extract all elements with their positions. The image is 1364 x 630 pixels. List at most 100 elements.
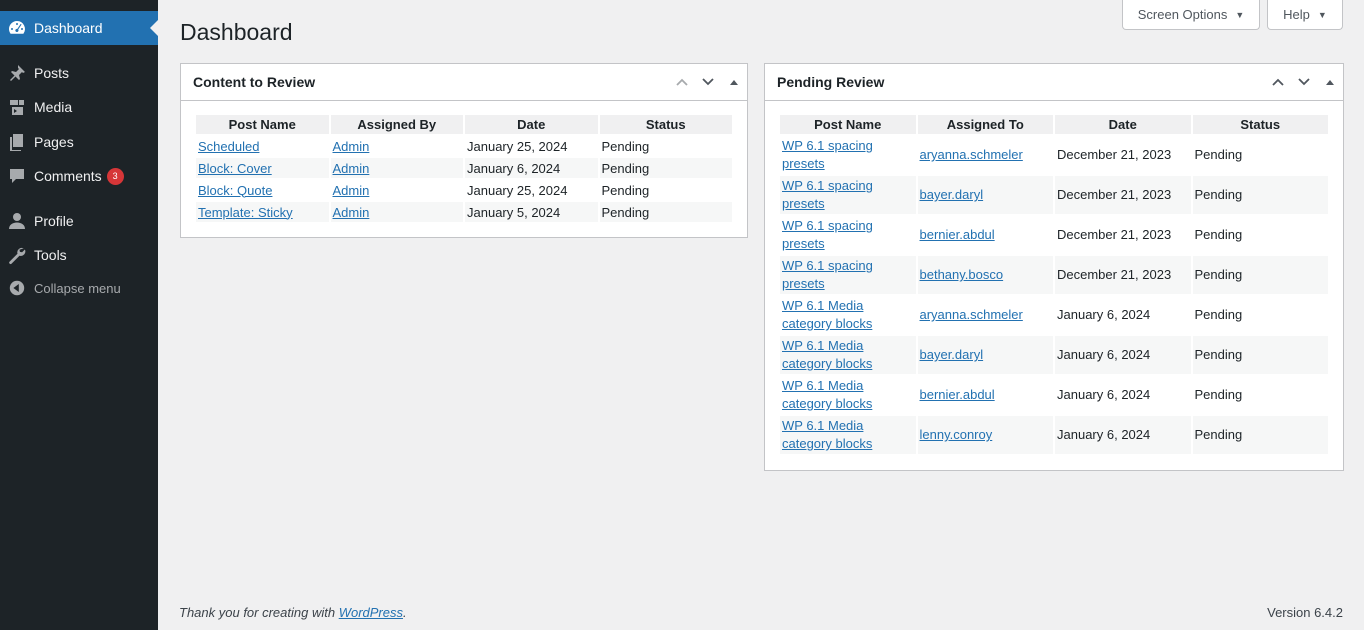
widget-handle-actions [1265, 64, 1343, 100]
widget-body: Post Name Assigned By Date Status Schedu… [181, 101, 747, 236]
post-name-link[interactable]: WP 6.1 spacing presets [782, 138, 873, 171]
footer-thanks-suffix: . [403, 605, 407, 620]
table-row: WP 6.1 Media category blocks bernier.abd… [780, 376, 1328, 414]
assigned-to-link[interactable]: bernier.abdul [920, 387, 995, 402]
toggle-panel-button[interactable] [1317, 64, 1343, 100]
sidebar-item-label: Pages [34, 134, 74, 150]
assigned-to-link[interactable]: aryanna.schmeler [920, 307, 1023, 322]
sidebar-item-comments[interactable]: Comments 3 [0, 159, 158, 193]
post-name-link[interactable]: Scheduled [198, 139, 259, 154]
widget-header: Content to Review [181, 64, 747, 101]
sidebar-item-label: Profile [34, 213, 74, 229]
post-name-link[interactable]: Block: Cover [198, 161, 272, 176]
move-down-button[interactable] [695, 64, 721, 100]
date-cell: December 21, 2023 [1055, 256, 1191, 294]
column-header: Date [465, 115, 598, 134]
table-row: Template: Sticky Admin January 5, 2024 P… [196, 202, 732, 222]
sidebar-item-label: Dashboard [34, 20, 103, 36]
move-up-button[interactable] [669, 64, 695, 100]
pending-review-table: Post Name Assigned To Date Status WP 6.1… [778, 113, 1330, 456]
table-row: WP 6.1 Media category blocks aryanna.sch… [780, 296, 1328, 334]
widget-title: Content to Review [193, 74, 316, 90]
assigned-by-link[interactable]: Admin [333, 161, 370, 176]
date-cell: December 21, 2023 [1057, 227, 1172, 242]
screen-options-button[interactable]: Screen Options ▼ [1122, 0, 1260, 30]
post-name-link[interactable]: WP 6.1 spacing presets [782, 258, 873, 291]
status-cell: Pending [1194, 307, 1243, 322]
assigned-by-link[interactable]: Admin [333, 205, 370, 220]
sidebar-item-media[interactable]: Media [0, 90, 158, 124]
column-header: Assigned To [917, 115, 1053, 134]
assigned-to-link[interactable]: bethany.bosco [920, 267, 1004, 282]
post-name-link[interactable]: WP 6.1 spacing presets [782, 218, 873, 251]
assigned-to-link[interactable]: bernier.abdul [920, 227, 995, 242]
assigned-by-link[interactable]: Admin [333, 183, 370, 198]
help-label: Help [1283, 7, 1310, 22]
status-cell: Pending [1192, 336, 1328, 374]
column-header: Post Name [780, 115, 916, 134]
comments-count-badge: 3 [106, 167, 124, 185]
sidebar-item-label: Posts [34, 65, 70, 81]
table-row: WP 6.1 Media category blocks bayer.daryl… [780, 336, 1328, 374]
assigned-to-link[interactable]: aryanna.schmeler [920, 147, 1023, 162]
post-name-link[interactable]: WP 6.1 Media category blocks [782, 338, 872, 371]
wordpress-link[interactable]: WordPress [339, 605, 403, 620]
table-row: Block: Quote Admin January 25, 2024 Pend… [196, 180, 732, 200]
assigned-to-link[interactable]: bayer.daryl [920, 347, 984, 362]
collapse-menu-label: Collapse menu [34, 280, 121, 296]
table-row: Block: Cover Admin January 6, 2024 Pendi… [196, 158, 732, 178]
move-down-button[interactable] [1291, 64, 1317, 100]
chevron-down-icon [702, 78, 714, 86]
post-name-link[interactable]: WP 6.1 spacing presets [782, 178, 873, 211]
table-row: WP 6.1 spacing presets bernier.abdul Dec… [780, 216, 1328, 254]
date-cell: January 25, 2024 [467, 182, 568, 198]
status-cell: Pending [1194, 227, 1243, 242]
widget-body: Post Name Assigned To Date Status WP 6.1… [765, 101, 1343, 468]
comment-icon [0, 166, 34, 186]
post-name-link[interactable]: Template: Sticky [198, 205, 293, 220]
sidebar-item-dashboard[interactable]: Dashboard [0, 11, 158, 45]
chevron-up-icon [676, 78, 688, 86]
column-header: Assigned By [330, 115, 463, 134]
post-name-link[interactable]: WP 6.1 Media category blocks [782, 378, 872, 411]
collapse-arrow-icon [0, 279, 34, 297]
table-row: WP 6.1 Media category blocks lenny.conro… [780, 416, 1328, 454]
widget-title: Pending Review [777, 74, 885, 90]
post-name-link[interactable]: WP 6.1 Media category blocks [782, 298, 872, 331]
table-row: WP 6.1 spacing presets bethany.bosco Dec… [780, 256, 1328, 294]
sidebar-item-profile[interactable]: Profile [0, 204, 158, 238]
widget-header: Pending Review [765, 64, 1343, 101]
dashboard-icon [0, 18, 34, 38]
admin-sidebar: Dashboard Posts Media Pages Comments 3 P… [0, 0, 158, 630]
help-button[interactable]: Help ▼ [1267, 0, 1343, 30]
post-name-link[interactable]: Block: Quote [198, 183, 272, 198]
move-up-button[interactable] [1265, 64, 1291, 100]
assigned-to-link[interactable]: lenny.conroy [920, 427, 993, 442]
date-cell: January 6, 2024 [465, 158, 598, 178]
sidebar-item-pages[interactable]: Pages [0, 125, 158, 159]
status-cell: Pending [601, 138, 650, 154]
sidebar-item-label: Media [34, 99, 73, 115]
column-header: Date [1055, 115, 1191, 134]
sidebar-item-label: Tools [34, 247, 67, 263]
pages-icon [0, 132, 34, 152]
footer-version: Version 6.4.2 [1267, 605, 1343, 620]
sidebar-item-tools[interactable]: Tools [0, 238, 158, 272]
sidebar-item-posts[interactable]: Posts [0, 56, 158, 90]
assigned-to-link[interactable]: bayer.daryl [920, 187, 984, 202]
assigned-by-link[interactable]: Admin [333, 139, 370, 154]
triangle-up-icon [730, 80, 738, 85]
collapse-menu-button[interactable]: Collapse menu [0, 272, 158, 304]
chevron-down-icon [1298, 78, 1310, 86]
status-cell: Pending [601, 182, 650, 198]
widget-handle-actions [669, 64, 747, 100]
caret-down-icon: ▼ [1317, 9, 1327, 20]
status-cell: Pending [599, 202, 732, 222]
sidebar-item-label: Comments [34, 168, 102, 184]
table-row: WP 6.1 spacing presets aryanna.schmeler … [780, 136, 1328, 174]
toggle-panel-button[interactable] [721, 64, 747, 100]
post-name-link[interactable]: WP 6.1 Media category blocks [782, 418, 872, 451]
user-icon [0, 211, 34, 231]
wrench-icon [0, 245, 34, 265]
date-cell: January 25, 2024 [467, 138, 568, 154]
